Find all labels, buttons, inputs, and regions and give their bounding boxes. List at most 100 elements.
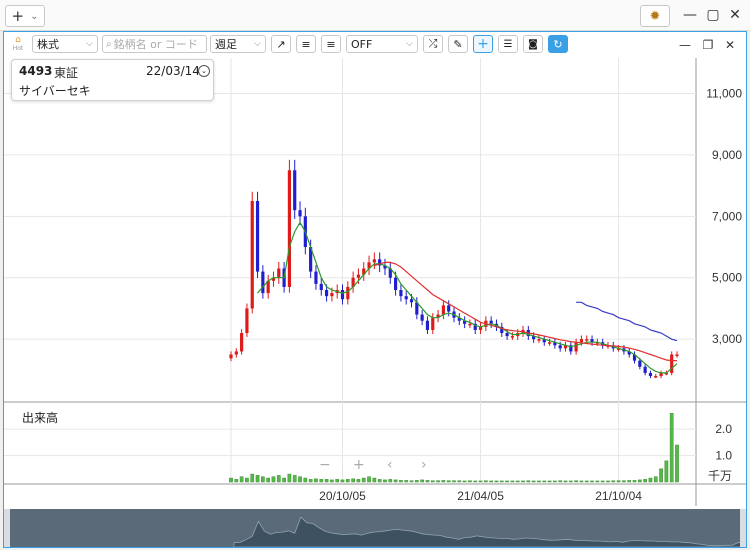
volume-bar [632, 480, 637, 483]
candle-body [340, 290, 345, 300]
candle-body [240, 333, 244, 352]
volume-bar [669, 413, 674, 483]
volume-bar [393, 479, 398, 483]
volume-bar [425, 480, 430, 483]
volume-bar [446, 480, 451, 483]
volume-bar [468, 480, 472, 483]
volume-bar [255, 475, 260, 483]
candle-body [675, 354, 679, 357]
volume-bar [436, 480, 440, 483]
candle-body [250, 200, 254, 309]
add-label: + [11, 7, 25, 25]
volume-bar [345, 479, 350, 483]
candle-body [420, 314, 424, 321]
plot-area [4, 58, 696, 484]
maximize-button[interactable]: ▢ [704, 6, 722, 24]
zoom-out-button[interactable]: − [319, 457, 331, 473]
y-tick-label: 7,000 [712, 209, 742, 223]
volume-bar [234, 479, 239, 483]
candle-body [372, 259, 376, 263]
candle-body [468, 323, 472, 326]
volume-bar [420, 479, 424, 483]
candle-body [346, 286, 350, 300]
volume-bar [606, 480, 610, 483]
volume-panel-label: 出来高 [22, 411, 59, 425]
volume-bar [659, 468, 663, 483]
y-tick-label: 5,000 [712, 271, 742, 285]
close-button[interactable]: ✕ [726, 6, 744, 24]
volume-bar [430, 480, 435, 483]
candle-body [574, 342, 578, 352]
price-chart[interactable]: 11,000 9,000 7,000 5,000 3,000 20/10/05 21/04/… [4, 32, 746, 547]
volume-bar [478, 480, 483, 483]
volume-bar [537, 480, 541, 483]
volume-bar [584, 480, 589, 483]
scroll-right-button[interactable]: › [421, 457, 427, 473]
title-bar: + ⌄ ✹ — ▢ ✕ [0, 0, 750, 31]
candle-body [399, 290, 403, 297]
volume-bar [404, 480, 409, 483]
volume-tick-label: 2.0 [715, 422, 732, 436]
volume-bar [643, 479, 647, 483]
y-tick-label: 11,000 [706, 86, 742, 100]
volume-bar [579, 480, 584, 483]
volume-bar [356, 479, 361, 483]
volume-tick-label: 1.0 [715, 449, 732, 463]
candle-body [394, 277, 398, 291]
volume-bar [377, 479, 382, 483]
volume-bar [340, 479, 345, 483]
volume-bar [484, 480, 488, 483]
volume-bar [298, 476, 302, 483]
settings-button[interactable]: ✹ [640, 5, 670, 27]
volume-bar [351, 478, 355, 483]
candle-body [255, 200, 260, 272]
volume-bar [271, 476, 276, 483]
zoom-in-button[interactable]: + [353, 457, 365, 473]
volume-bar [648, 477, 653, 483]
volume-bar [521, 480, 525, 483]
volume-bar [292, 475, 297, 483]
volume-bar [308, 479, 313, 483]
volume-bar [367, 476, 371, 483]
volume-bar [330, 479, 334, 483]
add-chart-button[interactable]: + ⌄ [5, 5, 45, 27]
chevron-down-icon[interactable]: ⌄ [198, 65, 210, 77]
volume-bar [499, 480, 504, 483]
volume-bar [239, 476, 244, 483]
volume-bar [282, 477, 286, 483]
candle-body [425, 320, 430, 330]
candle-body [404, 296, 408, 300]
x-tick-label: 20/10/05 [319, 489, 366, 503]
volume-bar [372, 477, 377, 483]
candle-body [293, 170, 297, 211]
volume-bar [675, 444, 679, 483]
volume-bar [616, 480, 621, 483]
y-tick-label: 3,000 [712, 332, 742, 346]
candle-body [505, 333, 509, 337]
volume-bar [388, 479, 393, 483]
candle-body [324, 290, 329, 297]
candle-body [277, 268, 281, 278]
volume-bar [637, 479, 642, 483]
volume-bar [653, 476, 658, 483]
candle-body [558, 345, 562, 349]
candle-body [245, 308, 249, 334]
scroll-left-button[interactable]: ‹ [387, 457, 393, 473]
volume-bar [414, 480, 419, 483]
volume-bar [489, 480, 494, 483]
chevron-down-icon: ⌄ [30, 10, 39, 22]
volume-bar [568, 480, 573, 483]
stock-exchange: 東証 [54, 66, 79, 80]
volume-bar [229, 477, 233, 483]
volume-bar [553, 480, 557, 483]
volume-bar [361, 477, 366, 483]
volume-bar [457, 480, 462, 483]
minimize-button[interactable]: — [681, 6, 699, 24]
volume-bar [287, 473, 292, 483]
volume-bar [462, 480, 467, 483]
candle-body [648, 372, 653, 376]
volume-bar [441, 480, 446, 483]
candle-body [431, 317, 435, 330]
candle-body [229, 354, 233, 359]
x-tick-label: 21/10/04 [595, 489, 642, 503]
